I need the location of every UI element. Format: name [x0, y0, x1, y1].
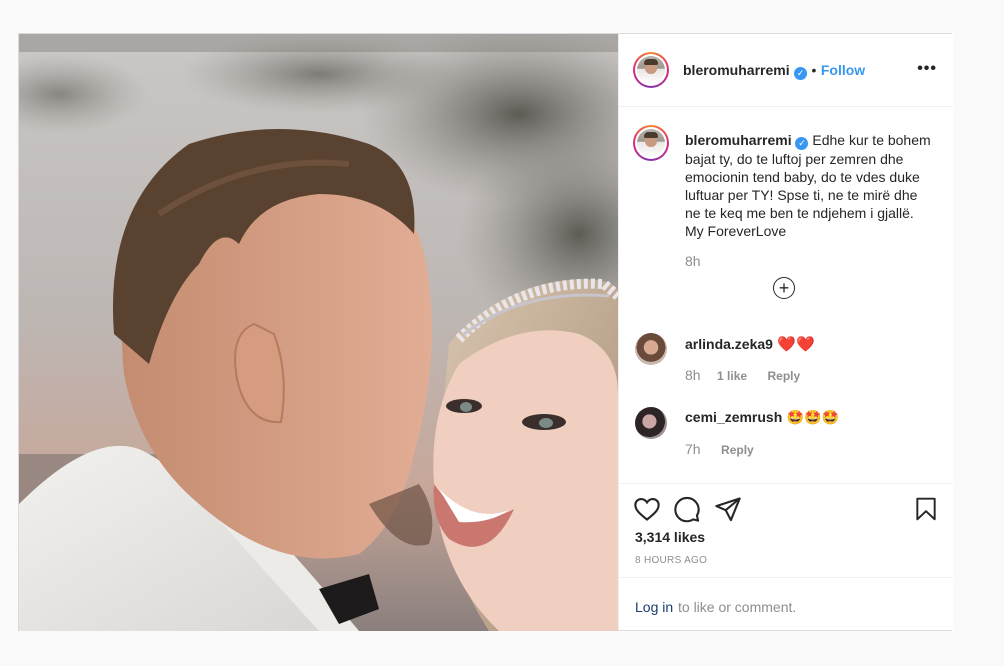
caption-username[interactable]: bleromuharremi — [685, 132, 792, 148]
login-prompt: Log in to like or comment. — [619, 577, 953, 632]
instagram-post: bleromuharremi ✓ • Follow ••• bleromuhar… — [18, 33, 953, 631]
comment-text: 🤩🤩🤩 — [786, 409, 840, 425]
post-header: bleromuharremi ✓ • Follow ••• — [619, 34, 953, 107]
comment-text: ❤️❤️ — [777, 336, 815, 353]
caption-avatar-image — [637, 129, 665, 157]
comment-likes[interactable]: 1 like — [717, 369, 747, 383]
comment-time[interactable]: 8h — [685, 367, 701, 383]
comment-row: cemi_zemrush 🤩🤩🤩 — [685, 409, 839, 427]
login-prompt-text: to like or comment. — [678, 599, 797, 615]
post-side-panel: bleromuharremi ✓ • Follow ••• bleromuhar… — [618, 34, 953, 630]
comment-meta: 8h 1 like Reply — [685, 367, 800, 385]
separator-dot: • — [811, 62, 817, 78]
save-bookmark-icon[interactable] — [913, 495, 939, 523]
caption: bleromuharremi ✓ Edhe kur te bohem bajat… — [685, 131, 935, 240]
comment-meta: 7h Reply — [685, 441, 754, 459]
like-heart-icon[interactable] — [633, 495, 661, 523]
caption-time[interactable]: 8h — [685, 253, 701, 269]
comment-reply-button[interactable]: Reply — [721, 443, 754, 457]
comment-username[interactable]: arlinda.zeka9 — [685, 336, 773, 352]
share-paper-plane-icon[interactable] — [714, 495, 742, 523]
comment-bubble-icon[interactable] — [673, 495, 701, 523]
author-avatar[interactable] — [633, 52, 669, 88]
wedding-photo-image — [19, 34, 618, 631]
post-timestamp[interactable]: 8 HOURS AGO — [635, 555, 707, 566]
post-photo[interactable] — [19, 34, 618, 631]
author-avatar-image — [637, 56, 665, 84]
follow-button[interactable]: Follow — [821, 62, 865, 78]
caption-author-avatar[interactable] — [633, 125, 669, 161]
more-options-icon[interactable]: ••• — [917, 60, 937, 78]
comment-reply-button[interactable]: Reply — [768, 369, 801, 383]
post-actions: 3,314 likes 8 HOURS AGO Log in to like o… — [619, 483, 953, 631]
comments-section[interactable]: bleromuharremi ✓ Edhe kur te bohem bajat… — [619, 107, 953, 483]
commenter-avatar[interactable] — [635, 407, 667, 439]
commenter-avatar[interactable] — [635, 333, 667, 365]
login-link[interactable]: Log in — [635, 599, 673, 615]
verified-badge-icon: ✓ — [794, 67, 808, 80]
load-more-comments-icon[interactable]: + — [773, 277, 795, 299]
header-user-row: bleromuharremi ✓ • Follow — [683, 62, 865, 80]
comment-username[interactable]: cemi_zemrush — [685, 409, 782, 425]
author-username[interactable]: bleromuharremi — [683, 62, 790, 78]
caption-verified-badge-icon: ✓ — [795, 136, 809, 150]
comment-row: arlinda.zeka9 ❤️❤️ — [685, 335, 815, 354]
likes-count[interactable]: 3,314 likes — [635, 529, 705, 545]
comment-time[interactable]: 7h — [685, 441, 701, 457]
